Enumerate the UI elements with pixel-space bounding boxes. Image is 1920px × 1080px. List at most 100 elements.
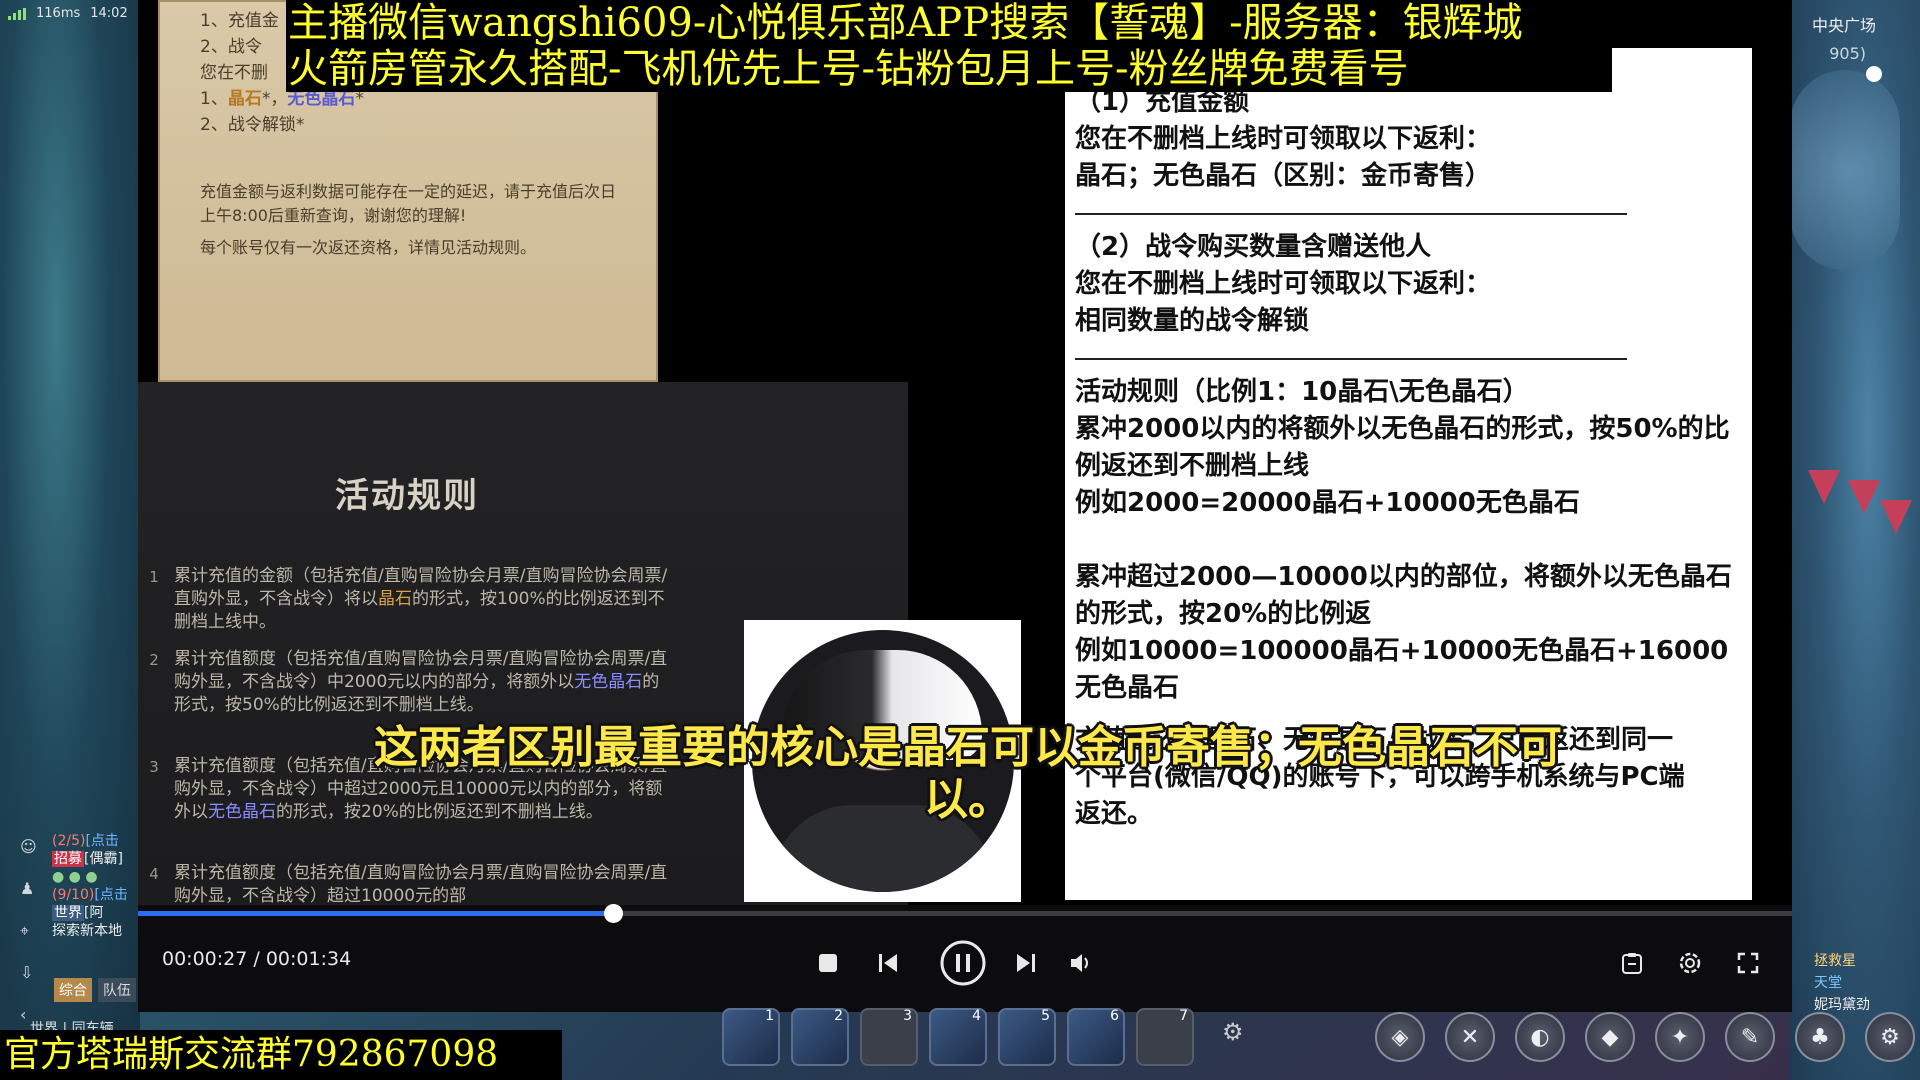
rule-number: 3 (149, 757, 159, 776)
helmet-icon[interactable]: ◐ (1515, 1012, 1565, 1062)
banner-line: 主播微信wangshi609-心悦俱乐部APP搜索【誓魂】-服务器：银辉城 (288, 0, 1523, 46)
chat-link[interactable]: [点击 (85, 833, 118, 849)
skill-bar: 1 2 3 4 5 6 7 (722, 1008, 1194, 1066)
next-button[interactable] (1008, 940, 1044, 986)
skill-key: 2 (834, 1008, 843, 1024)
chat-tag: 招募 (52, 851, 84, 867)
doc-text: 累冲超过2000—10000以内的部位，将额外以无色晶石的形式，按20%的比例返 (1075, 562, 1732, 629)
system-gear-icon[interactable]: ⚙ (1865, 1012, 1915, 1062)
chat-line: ● ● ● (52, 869, 98, 885)
doc-text: 您在不删档上线时可领取以下返利： (1075, 269, 1492, 299)
chat-line: 世界 [阿 (52, 904, 142, 922)
scroll-text: * (355, 89, 364, 109)
fullscreen-icon (1737, 952, 1759, 974)
tab-team[interactable]: 队伍 (98, 978, 136, 1002)
doc-text: 晶石；无色晶石（区别：金币寄售） (1075, 161, 1492, 191)
doc-text: 累冲2000以内的将额外以无色晶石的形式，按50%的比例返还到不删档上线 (1075, 414, 1730, 481)
location-coords: 905) (1829, 44, 1866, 63)
skill-slot[interactable]: 7 (1136, 1008, 1194, 1066)
doc-text: 相同数量的战令解锁 (1075, 306, 1310, 336)
current-time: 00:00:27 (162, 948, 248, 970)
person-icon[interactable]: ☺ (20, 838, 38, 856)
progress-fill (138, 911, 613, 916)
rule-item: 4 累计充值额度（包括充值/直购冒险协会月票/直购冒险协会周票/直购外显，不含战… (149, 862, 674, 905)
skill-slot[interactable]: 6 (1067, 1008, 1125, 1066)
crafting-icon[interactable]: ✕ (1445, 1012, 1495, 1062)
pause-button[interactable] (938, 940, 988, 986)
skill-key: 4 (972, 1008, 981, 1024)
side-icon-column: ☺ ♟ ⌖ ⇩ ‹ (20, 838, 38, 1024)
chat-count: (2/5) (52, 833, 86, 849)
group-info-banner: 官方塔瑞斯交流群792867098 (0, 1030, 562, 1080)
gear-icon (1677, 950, 1703, 976)
subtitle-line: 这两者区别最重要的核心是晶石可以金币寄售；无色晶石不可 (374, 722, 1562, 773)
banner-line: 火箭房管永久搭配-飞机优先上号-钻粉包月上号-粉丝牌免费看号 (288, 46, 1409, 92)
tab-general[interactable]: 综合 (54, 978, 92, 1002)
chat-tag: 世界 (52, 905, 84, 921)
decoration-flag (1880, 500, 1912, 534)
location-name: 中央广场 (1811, 16, 1876, 35)
chat-text: [偶霸] (84, 851, 123, 867)
chat-panel[interactable]: (2/5)[点击 招募 [偶霸] ● ● ● (9/10)[点击 世界 [阿 探索新… (52, 832, 142, 940)
stop-icon (818, 953, 838, 973)
rule-item: 2 累计充值额度（包括充值/直购冒险协会月票/直购冒险协会周票/直购外显，不含战… (149, 648, 674, 717)
settings-button[interactable] (1672, 940, 1708, 986)
ping-text: 116ms (36, 6, 81, 21)
doc-section-title: （2）战令购买数量含赠送他人 (1075, 232, 1432, 262)
minimap[interactable] (1790, 70, 1900, 270)
fullscreen-button[interactable] (1730, 940, 1766, 986)
download-icon[interactable]: ⇩ (20, 964, 38, 982)
scroll-text: 1、 (200, 89, 228, 109)
rule-number: 1 (149, 567, 159, 586)
quest-icon[interactable]: ✎ (1725, 1012, 1775, 1062)
scroll-text: *， (261, 89, 288, 109)
skip-forward-icon (1015, 952, 1037, 974)
skill-slot[interactable]: 4 (929, 1008, 987, 1066)
clipboard-icon (1620, 951, 1644, 975)
volume-icon (1069, 952, 1093, 974)
streamer-info-banner: 主播微信wangshi609-心悦俱乐部APP搜索【誓魂】-服务器：银辉城 火箭… (286, 0, 1612, 92)
subtitle-line: 以。 (924, 774, 1012, 825)
chat-link[interactable]: [点击 (94, 887, 127, 903)
skill-key: 3 (903, 1008, 912, 1024)
video-player[interactable]: 1、充值金 2、战令 您在不删 1、晶石*，无色晶石* 2、战令解锁* 充值金额… (138, 0, 1792, 1012)
chat-text: [阿 (84, 905, 104, 921)
rule-highlight-colorless-crystal: 无色晶石 (208, 802, 276, 822)
emblem-icon[interactable]: ◆ (1585, 1012, 1635, 1062)
scroll-highlight-colorless-crystal: 无色晶石 (287, 89, 356, 109)
game-menu-bar: ◈ ✕ ◐ ◆ ✦ ✎ ♣ ⚙ (1375, 1012, 1915, 1062)
right-hud-labels: 拯救星 天堂 妮玛黛劲 (1814, 950, 1870, 1016)
video-frame[interactable]: 1、充值金 2、战令 您在不删 1、晶石*，无色晶石* 2、战令解锁* 充值金额… (138, 0, 1792, 905)
bag-icon[interactable]: ◈ (1375, 1012, 1425, 1062)
scroll-notice: 每个账号仅有一次返还资格，详情见活动规则。 (200, 238, 537, 257)
clipboard-button[interactable] (1614, 940, 1650, 986)
progress-bar[interactable] (138, 904, 1792, 923)
chat-line: (9/10)[点击 (52, 886, 142, 904)
doc-section-title: 活动规则（比例1：10晶石\无色晶石） (1075, 377, 1529, 407)
skill-slot[interactable]: 1 (722, 1008, 780, 1066)
scroll-notice: 充值金额与返利数据可能存在一定的延迟，请于充值后次日上午8:00后重新查询，谢谢… (200, 182, 617, 225)
hud-label: 拯救星 (1814, 953, 1856, 969)
rule-highlight-colorless-crystal: 无色晶石 (574, 672, 643, 692)
skill-slot[interactable]: 2 (791, 1008, 849, 1066)
previous-button[interactable] (870, 940, 906, 986)
location-pin-icon[interactable]: ⌖ (20, 922, 38, 940)
skill-key: 6 (1110, 1008, 1119, 1024)
guild-icon[interactable]: ✦ (1655, 1012, 1705, 1062)
chat-tabs: 综合 队伍 (54, 978, 136, 1002)
rule-item: 1 累计充值的金额（包括充值/直购冒险协会月票/直购冒险协会周票/直购外显，不含… (149, 565, 674, 634)
skill-slot[interactable]: 3 (860, 1008, 918, 1066)
volume-button[interactable] (1063, 940, 1099, 986)
team-icon[interactable]: ♣ (1795, 1012, 1845, 1062)
doc-divider (1075, 213, 1627, 215)
friends-icon[interactable]: ♟ (20, 880, 38, 898)
skill-settings-gear-icon[interactable]: ⚙ (1222, 1018, 1250, 1046)
player-controls: 00:00:27 / 00:01:34 (138, 918, 1792, 1012)
scroll-highlight-crystal: 晶石 (227, 89, 262, 109)
doc-text: 例如10000=100000晶石+10000无色晶石+16000无色晶石 (1075, 636, 1729, 703)
stop-button[interactable] (810, 940, 846, 986)
signal-icon (8, 7, 26, 20)
doc-text: 例如2000=20000晶石+10000无色晶石 (1075, 488, 1580, 518)
skill-slot[interactable]: 5 (998, 1008, 1056, 1066)
doc-text: 您在不删档上线时可领取以下返利： (1075, 124, 1492, 154)
